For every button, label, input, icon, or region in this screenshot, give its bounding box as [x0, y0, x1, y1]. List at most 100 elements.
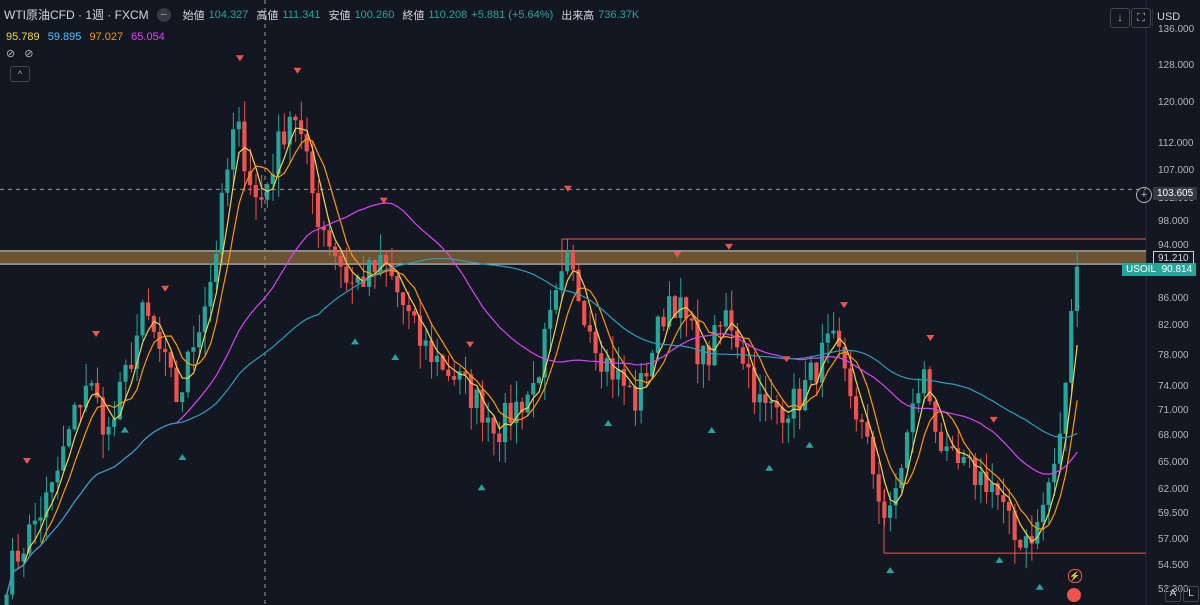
high-value: 111.341 [282, 8, 321, 21]
candle-body [808, 362, 813, 380]
axis-tick-label: 65.000 [1158, 456, 1189, 468]
axis-tick-label: 68.000 [1158, 430, 1189, 442]
add-alert-plus-icon[interactable]: + [1136, 187, 1152, 203]
candle-body [304, 134, 309, 152]
signal-up-marker [477, 484, 486, 491]
signal-up-marker [805, 441, 814, 448]
candle-body [876, 474, 881, 502]
candle-body [627, 385, 632, 387]
axis-tick-label: 136.000 [1158, 24, 1195, 35]
signal-down-marker [293, 67, 302, 74]
candle-body [242, 121, 247, 172]
axis-tick-label: 94.000 [1158, 240, 1189, 252]
signal-up-marker [350, 338, 359, 345]
candle-body [921, 369, 927, 394]
hide-icon[interactable]: ⊘ [6, 48, 15, 60]
candle-body [287, 116, 292, 145]
candle-body [502, 402, 508, 443]
signal-down-marker [840, 302, 849, 309]
candle-body [61, 446, 66, 471]
signal-down-marker [989, 416, 998, 423]
candle-body [786, 418, 791, 423]
candle-body [49, 482, 54, 493]
collapse-chevron-up-icon[interactable]: ^ [10, 66, 30, 82]
candle-body [214, 253, 219, 282]
current-symbol: USOIL [1126, 264, 1157, 275]
axis-tick-label: 74.000 [1158, 380, 1189, 392]
signal-down-marker [466, 341, 475, 348]
candle-body [197, 332, 202, 348]
candle-body [508, 402, 513, 424]
candle-body [604, 358, 609, 372]
candle-body [536, 377, 541, 384]
axis-tick-label: 120.000 [1158, 97, 1195, 109]
candle-body [485, 417, 491, 423]
lightning-event-icon[interactable]: ⚡ [1068, 569, 1082, 583]
candle-body [474, 389, 479, 408]
candle-body [112, 419, 117, 427]
candle-body [174, 367, 179, 403]
candle-body [887, 505, 893, 518]
candle-body [89, 383, 94, 386]
ma-value-2: 59.895 [47, 31, 82, 43]
candle-body [372, 260, 377, 273]
candle-body [848, 368, 853, 397]
candle-body [525, 394, 530, 413]
moving-average-line [6, 257, 1078, 595]
price-chart[interactable] [0, 0, 1200, 605]
chart-window[interactable]: WTI原油CFD · 1週 · FXCM – 始値 104.327 高値 111.3… [0, 0, 1200, 605]
axis-tick-label: 59.500 [1158, 508, 1189, 520]
candle-body [191, 347, 196, 352]
candle-body [587, 325, 592, 332]
candle-body [859, 419, 864, 422]
candle-body [825, 333, 830, 343]
candle-body [701, 345, 706, 365]
candle-body [938, 431, 944, 452]
candle-body [180, 392, 185, 403]
signal-up-marker [765, 464, 774, 471]
candle-body [231, 129, 236, 170]
axis-tick-label: 62.000 [1158, 484, 1189, 496]
candle-body [253, 185, 258, 198]
candle-body [1018, 539, 1023, 548]
candle-body [146, 302, 151, 317]
fullscreen-icon[interactable]: ⛶ [1131, 8, 1151, 28]
candle-body [689, 318, 694, 321]
axis-tick-label: 71.000 [1158, 404, 1189, 416]
candle-body [55, 470, 60, 483]
signal-up-marker [391, 354, 400, 361]
candle-body [633, 386, 638, 411]
axis-tick-label: 78.000 [1158, 349, 1189, 361]
auto-scale-button[interactable]: A [1165, 586, 1181, 602]
candle-body [117, 381, 122, 420]
candle-body [746, 363, 751, 368]
candle-body [944, 446, 949, 452]
candle-body [819, 342, 825, 383]
candle-body [661, 316, 666, 327]
candle-body [570, 252, 575, 270]
candle-body [219, 192, 224, 254]
axis-tick-label: 107.000 [1158, 164, 1195, 176]
candle-body [123, 364, 128, 382]
candle-body [531, 383, 536, 395]
download-icon[interactable]: ↓ [1110, 8, 1130, 28]
log-scale-button[interactable]: L [1183, 586, 1199, 602]
candle-body [593, 331, 598, 354]
symbol-title[interactable]: WTI原油CFD · 1週 · FXCM [4, 6, 149, 23]
volume-value: 736.37K [598, 8, 640, 21]
open-label: 始値 [182, 9, 205, 22]
candle-body [729, 310, 734, 331]
low-label: 安値 [328, 9, 351, 22]
candle-body [106, 426, 111, 435]
axis-tick-label: 54.500 [1158, 559, 1189, 571]
eye-icon[interactable]: – [156, 7, 171, 22]
candle-body [208, 281, 213, 307]
candle-body [763, 394, 768, 404]
ma-legend: 95.789 59.895 97.027 65.054 [6, 31, 170, 43]
us-flag-event-icon[interactable] [1067, 588, 1081, 602]
low-value: 100.260 [354, 8, 395, 21]
hide-all-icon[interactable]: ⊘ [24, 48, 33, 60]
candle-body [1035, 522, 1040, 544]
candle-body [293, 116, 298, 121]
moving-average-line [6, 137, 1078, 595]
